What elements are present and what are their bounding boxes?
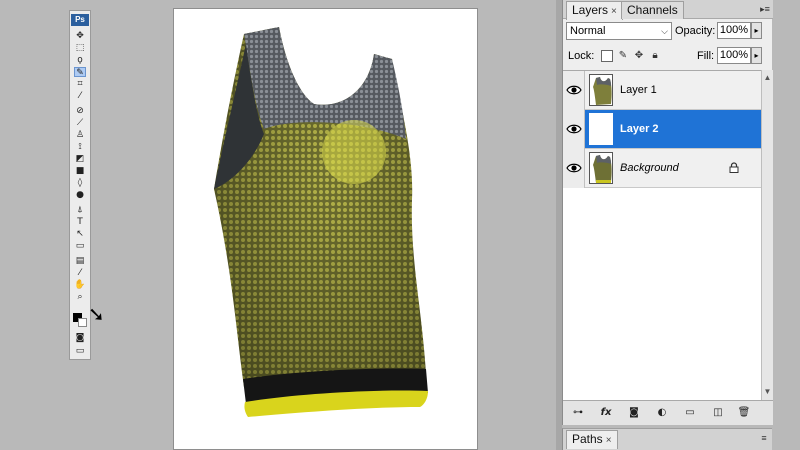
paths-panel: Paths × ≡ (562, 428, 772, 450)
screen-mode-icon[interactable]: ▭ (74, 346, 86, 356)
opacity-field[interactable]: 100% (717, 22, 751, 39)
new-group-icon[interactable]: ▭ (683, 406, 697, 420)
pen-tool-icon[interactable]: ⍋ (74, 205, 86, 215)
visibility-toggle[interactable] (563, 110, 585, 149)
chevron-down-icon: ⌵ (661, 26, 668, 36)
gradient-tool-icon[interactable]: ■ (74, 166, 86, 176)
eye-icon (566, 163, 582, 173)
shape-tool-icon[interactable]: ▭ (74, 241, 86, 251)
background-color-swatch[interactable] (78, 318, 87, 327)
new-layer-icon[interactable]: ◫ (711, 406, 725, 420)
layers-panel: Layers × Channels ▸≡ Normal ⌵ Opacity: 10… (562, 0, 773, 425)
paths-panel-menu-icon[interactable]: ≡ (758, 432, 770, 444)
tab-paths-close-icon[interactable]: × (606, 435, 612, 446)
pointer-arrow-icon: ➘ (88, 302, 105, 326)
path-select-tool-icon[interactable]: ↖ (74, 229, 86, 239)
eye-icon (566, 124, 582, 134)
lock-icon (729, 162, 739, 173)
layer-mask-icon[interactable]: ◙ (627, 406, 641, 420)
panel-menu-icon[interactable]: ▸≡ (759, 3, 771, 15)
layer-thumbnail (589, 152, 613, 184)
scroll-up-icon[interactable]: ▲ (762, 72, 773, 84)
tab-layers[interactable]: Layers × (566, 1, 623, 20)
notes-tool-icon[interactable]: ▤ (74, 256, 86, 266)
visibility-toggle[interactable] (563, 71, 585, 110)
dodge-tool-icon[interactable]: ● (74, 190, 86, 200)
layer-thumbnail (589, 74, 613, 106)
layer-name: Layer 2 (620, 123, 659, 135)
hand-tool-icon[interactable]: ✋ (74, 280, 86, 290)
lock-all-icon[interactable]: 🔒︎ (649, 50, 661, 62)
blend-mode-value: Normal (570, 25, 606, 37)
eyedropper-tool-icon[interactable]: ⁄ (74, 91, 86, 101)
crop-tool-icon[interactable]: ⌗ (74, 79, 86, 89)
tab-layers-label: Layers (572, 3, 609, 17)
layers-list: Layer 1 Layer 2 Background (563, 70, 761, 400)
lock-label: Lock: (568, 50, 595, 62)
fill-slider-button[interactable]: ▸ (751, 47, 762, 64)
layer-row-layer-1[interactable]: Layer 1 (563, 71, 761, 110)
layer-row-layer-2[interactable]: Layer 2 (563, 110, 761, 149)
adjustment-layer-icon[interactable]: ◐ (655, 406, 669, 420)
link-layers-icon[interactable]: ⊶ (571, 406, 585, 420)
quick-mask-icon[interactable]: ◙ (74, 333, 86, 343)
fill-field[interactable]: 100% (717, 47, 751, 64)
eyedropper-3d-tool-icon[interactable]: ⁄ (74, 268, 86, 278)
blend-mode-select[interactable]: Normal ⌵ (566, 22, 672, 40)
trash-icon[interactable]: 🗑︎ (737, 406, 751, 420)
visibility-toggle[interactable] (563, 149, 585, 188)
lock-position-icon[interactable]: ✥ (633, 50, 645, 62)
layer-name: Layer 1 (620, 84, 657, 96)
layer-name: Background (620, 162, 679, 174)
tab-channels[interactable]: Channels (621, 1, 684, 19)
brush-tool-icon[interactable]: ⟋ (74, 118, 86, 128)
layer-thumbnail (589, 113, 613, 145)
move-tool-icon[interactable]: ✥ (74, 31, 86, 41)
healing-brush-tool-icon[interactable]: ⊘ (74, 106, 86, 116)
history-brush-tool-icon[interactable]: ⟟ (74, 142, 86, 152)
opacity-label: Opacity: (675, 25, 716, 37)
scroll-down-icon[interactable]: ▼ (762, 386, 773, 398)
clone-stamp-tool-icon[interactable]: ♙ (74, 130, 86, 140)
layer-row-background[interactable]: Background (563, 149, 761, 188)
tank-top-image (214, 27, 428, 417)
fill-label: Fill: (697, 50, 715, 62)
blur-tool-icon[interactable]: ◊ (74, 178, 86, 188)
document-canvas[interactable] (173, 8, 478, 450)
layers-panel-footer: ⊶ fx ◙ ◐ ▭ ◫ 🗑︎ (563, 400, 773, 425)
photoshop-logo: Ps (71, 14, 89, 26)
layers-scrollbar[interactable]: ▲ ▼ (761, 70, 773, 400)
tab-channels-label: Channels (627, 3, 678, 17)
eraser-tool-icon[interactable]: ◩ (74, 154, 86, 164)
type-tool-icon[interactable]: T (74, 217, 86, 227)
lock-image-pixels-icon[interactable]: ✎ (617, 50, 629, 62)
eye-icon (566, 85, 582, 95)
zoom-tool-icon[interactable]: ⌕ (74, 292, 86, 302)
layers-panel-tabbar: Layers × Channels ▸≡ (563, 0, 773, 20)
lasso-tool-icon[interactable]: ϙ (74, 55, 86, 65)
opacity-slider-button[interactable]: ▸ (751, 22, 762, 39)
tab-layers-close-icon[interactable]: × (611, 6, 617, 17)
tab-paths-label: Paths (572, 432, 603, 446)
lock-transparent-pixels-icon[interactable] (601, 50, 613, 62)
fx-icon[interactable]: fx (599, 406, 613, 420)
tab-paths[interactable]: Paths × (566, 430, 618, 449)
quick-select-tool-icon[interactable]: ✎ (74, 67, 86, 78)
marquee-tool-icon[interactable]: ⬚ (74, 43, 86, 53)
